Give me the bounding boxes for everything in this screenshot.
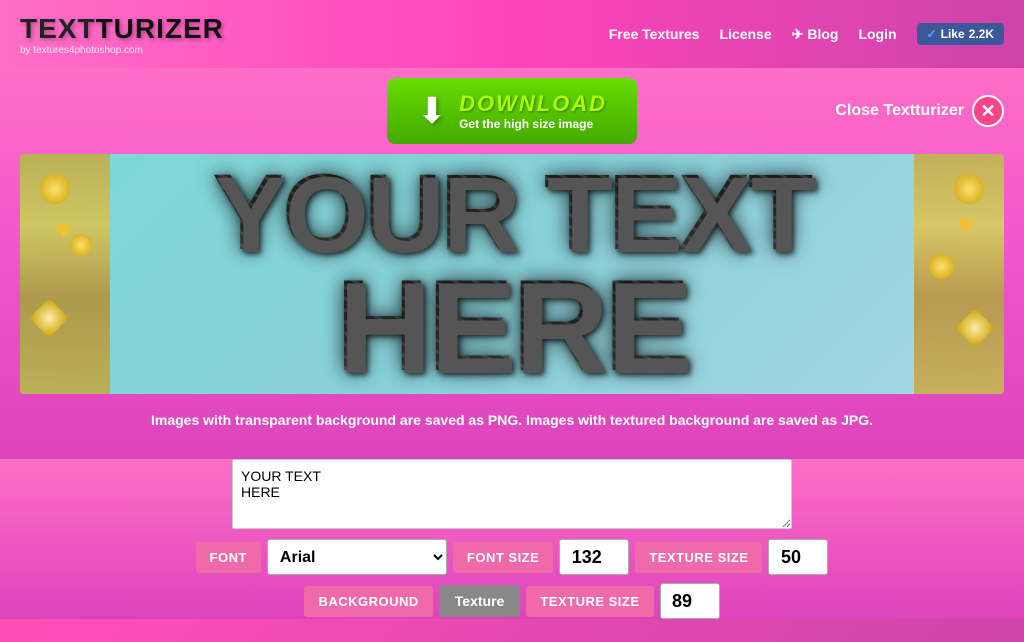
texture-button[interactable]: Texture	[439, 585, 521, 617]
heart-decoration: ♥	[957, 209, 974, 241]
download-button[interactable]: ⬇ DOWNLOAD Get the high size image	[387, 78, 637, 144]
like-button[interactable]: ✓ Like 2.2K	[917, 23, 1004, 45]
like-label: Like	[941, 27, 965, 41]
gem-decoration	[40, 174, 70, 204]
gem-decoration	[70, 234, 92, 256]
texture-size-label-2: TEXTURE SIZE	[526, 586, 653, 617]
logo: TEXTTURIZER	[20, 13, 224, 45]
nav-login[interactable]: Login	[858, 26, 896, 42]
nav-links: Free Textures License ✈ Blog Login ✓ Lik…	[609, 23, 1004, 45]
logo-text-normal: TEXT	[20, 13, 96, 44]
preview-text-container: YOUR TEXT HERE	[212, 161, 812, 387]
settings-row-2: BACKGROUND Texture TEXTURE SIZE	[60, 583, 964, 619]
gem-decoration	[929, 254, 954, 279]
logo-subtitle: by textures4photoshop.com	[20, 45, 224, 56]
text-input-row: YOUR TEXT HERE	[60, 459, 964, 529]
gem-decoration	[954, 174, 984, 204]
like-count: 2.2K	[969, 27, 994, 41]
font-label: FONT	[196, 542, 261, 573]
download-title: DOWNLOAD	[459, 91, 607, 117]
settings-row-1: FONT Arial Times New Roman Courier New G…	[60, 539, 964, 575]
font-select[interactable]: Arial Times New Roman Courier New Georgi…	[267, 539, 447, 575]
preview-line2: HERE	[335, 264, 688, 388]
logo-area: TEXTTURIZER by textures4photoshop.com	[20, 13, 224, 56]
nav-license[interactable]: License	[719, 26, 771, 42]
send-icon: ✈	[792, 26, 804, 43]
font-size-label: FONT SIZE	[453, 542, 553, 573]
main-area: ⬇ DOWNLOAD Get the high size image Close…	[0, 68, 1024, 459]
action-row: ⬇ DOWNLOAD Get the high size image Close…	[20, 78, 1004, 144]
texture-size-input-2[interactable]	[660, 583, 720, 619]
background-label: BACKGROUND	[304, 586, 432, 617]
texture-size-label-1: TEXTURE SIZE	[635, 542, 762, 573]
controls-area: YOUR TEXT HERE FONT Arial Times New Roma…	[0, 459, 1024, 619]
close-label: Close Textturizer	[835, 102, 964, 120]
download-subtitle: Get the high size image	[459, 117, 593, 131]
close-icon: ✕	[972, 95, 1004, 127]
text-textarea[interactable]: YOUR TEXT HERE	[232, 459, 792, 529]
logo-text-bold: TURIZER	[96, 13, 224, 44]
checkmark-icon: ✓	[927, 27, 937, 41]
preview-area: ♥ ♥ YOUR TEXT HERE	[20, 154, 1004, 394]
info-text: Images with transparent background are s…	[20, 404, 1004, 436]
download-icon: ⬇	[417, 90, 447, 132]
close-button[interactable]: Close Textturizer ✕	[835, 95, 1004, 127]
heart-decoration: ♥	[55, 214, 72, 246]
font-size-spinner	[559, 539, 629, 575]
texture-size-input-1[interactable]	[768, 539, 828, 575]
nav-free-textures[interactable]: Free Textures	[609, 26, 700, 42]
font-size-input[interactable]	[559, 539, 629, 575]
preview-line1: YOUR TEXT	[212, 161, 812, 264]
header: TEXTTURIZER by textures4photoshop.com Fr…	[0, 0, 1024, 68]
nav-blog[interactable]: ✈ Blog	[792, 26, 839, 43]
